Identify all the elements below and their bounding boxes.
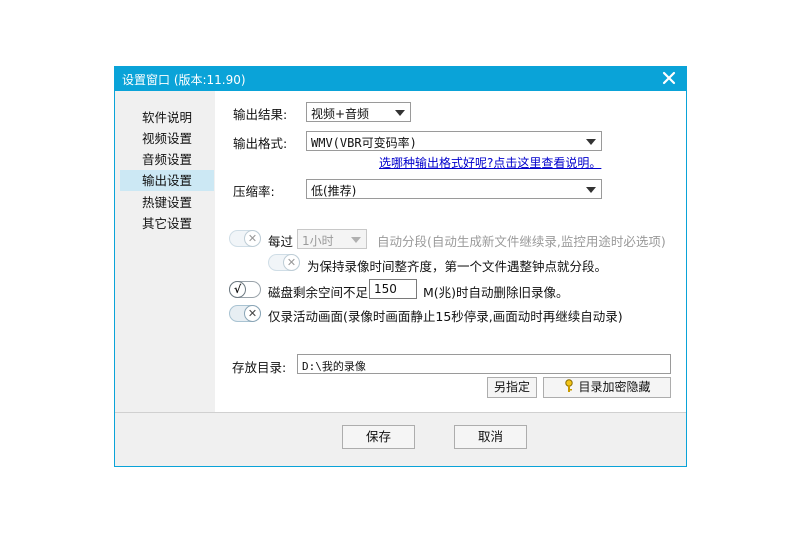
chevron-down-icon (351, 237, 361, 243)
specify-dir-label: 另指定 (493, 380, 530, 394)
output-result-select[interactable]: 视频+音频 (306, 102, 411, 122)
sidebar-item-label: 热键设置 (142, 195, 193, 210)
save-label: 保存 (365, 429, 391, 444)
sidebar-item-output[interactable]: 输出设置 (120, 170, 214, 191)
content-panel: 输出结果: 视频+音频 输出格式: WMV(VBR可变码率) 选哪种输出格式好呢… (215, 91, 686, 412)
output-format-label: 输出格式: (233, 136, 288, 151)
segment-each-label: 每过 (268, 234, 294, 249)
disk-space-toggle[interactable]: √ (229, 281, 261, 298)
cancel-button[interactable]: 取消 (454, 425, 527, 449)
title-bar: 设置窗口 (版本:11.90) (115, 67, 686, 91)
compression-label: 压缩率: (233, 184, 275, 199)
segment-interval-value: 1小时 (302, 234, 334, 248)
footer-divider (115, 412, 686, 413)
format-help-link[interactable]: 选哪种输出格式好呢?点击这里查看说明。 (379, 154, 601, 171)
output-result-label: 输出结果: (233, 107, 288, 122)
disk-space-input[interactable]: 150 (369, 279, 417, 299)
align-hour-text: 为保持录像时间整齐度，第一个文件遇整钟点就分段。 (307, 259, 608, 274)
active-only-toggle[interactable]: ✕ (229, 305, 261, 322)
x-mark-icon: ✕ (244, 305, 261, 322)
disk-space-suffix: M(兆)时自动删除旧录像。 (423, 285, 569, 300)
align-hour-toggle[interactable]: ✕ (268, 254, 300, 271)
compression-select[interactable]: 低(推荐) (306, 179, 602, 199)
sidebar-item-software-info[interactable]: 软件说明 (120, 107, 214, 128)
output-format-select[interactable]: WMV(VBR可变码率) (306, 131, 602, 151)
segment-interval-select[interactable]: 1小时 (297, 229, 367, 249)
x-mark-icon: ✕ (283, 254, 300, 271)
output-format-value: WMV(VBR可变码率) (311, 136, 417, 150)
sidebar-item-hotkeys[interactable]: 热键设置 (120, 192, 214, 213)
storage-path-input[interactable]: D:\我的录像 (297, 354, 671, 374)
segment-auto-text: 自动分段(自动生成新文件继续录,监控用途时必选项) (377, 234, 666, 249)
window-title: 设置窗口 (版本:11.90) (122, 73, 246, 87)
chevron-down-icon (586, 187, 596, 193)
active-only-text: 仅录活动画面(录像时画面静止15秒停录,画面动时再继续自动录) (268, 309, 623, 324)
compression-value: 低(推荐) (311, 184, 357, 198)
save-button[interactable]: 保存 (342, 425, 415, 449)
encrypt-dir-label: 目录加密隐藏 (578, 380, 651, 394)
sidebar-item-label: 音频设置 (142, 152, 193, 167)
sidebar-item-label: 其它设置 (142, 216, 193, 231)
output-result-value: 视频+音频 (311, 107, 370, 121)
sidebar-item-other[interactable]: 其它设置 (120, 213, 214, 234)
sidebar-item-audio[interactable]: 音频设置 (120, 149, 214, 170)
segment-toggle[interactable]: ✕ (229, 230, 261, 247)
cancel-label: 取消 (477, 429, 503, 444)
close-icon (662, 71, 676, 85)
close-button[interactable] (660, 69, 678, 87)
x-mark-icon: ✕ (244, 230, 261, 247)
sidebar-item-label: 视频设置 (142, 131, 193, 146)
check-mark-icon: √ (229, 281, 246, 298)
disk-space-prefix: 磁盘剩余空间不足 (268, 285, 369, 300)
storage-path-value: D:\我的录像 (302, 360, 366, 373)
specify-dir-button[interactable]: 另指定 (487, 377, 537, 398)
sidebar-item-label: 输出设置 (142, 173, 193, 188)
settings-window: 设置窗口 (版本:11.90) 软件说明 视频设置 音频设置 输出设置 热键设置… (114, 66, 687, 467)
sidebar-item-label: 软件说明 (142, 110, 193, 125)
disk-space-value: 150 (374, 282, 397, 296)
chevron-down-icon (586, 139, 596, 145)
storage-label: 存放目录: (232, 360, 287, 375)
key-icon (565, 379, 574, 392)
sidebar-item-video[interactable]: 视频设置 (120, 128, 214, 149)
chevron-down-icon (395, 110, 405, 116)
sidebar: 软件说明 视频设置 音频设置 输出设置 热键设置 其它设置 (115, 91, 215, 412)
encrypt-dir-button[interactable]: 目录加密隐藏 (543, 377, 671, 398)
